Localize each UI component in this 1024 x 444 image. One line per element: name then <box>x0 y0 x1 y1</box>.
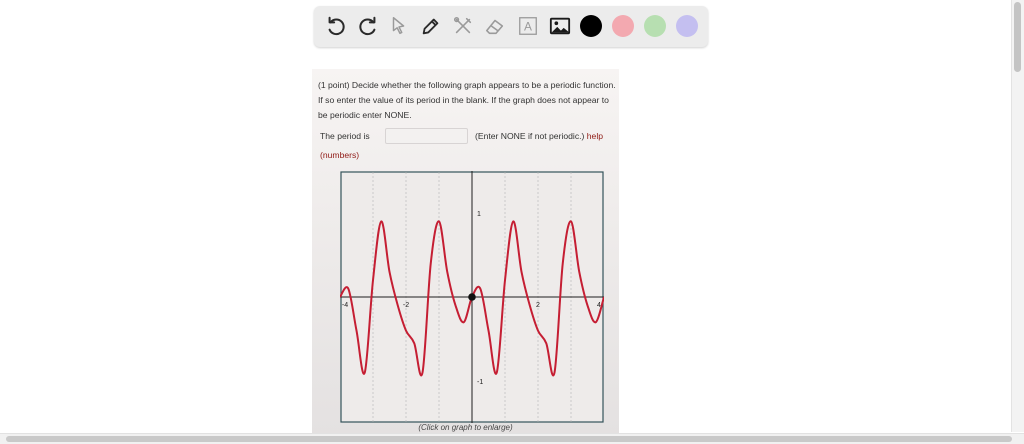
period-label: The period is <box>320 131 370 141</box>
x-tick-label-2: 2 <box>536 302 540 309</box>
help-link[interactable]: help <box>587 131 603 141</box>
color-swatch-lavender[interactable] <box>676 15 698 37</box>
problem-photo: (1 point) Decide whether the following g… <box>312 69 619 435</box>
pen-icon <box>422 18 439 35</box>
y-tick-label-neg1: -1 <box>477 379 483 386</box>
text-icon: A <box>519 17 537 35</box>
text-button[interactable]: A <box>515 13 541 39</box>
x-tick-label-neg2: -2 <box>403 302 409 309</box>
problem-intro: (1 point) Decide whether the following g… <box>318 80 616 120</box>
periodic-graph[interactable]: -4 -2 2 4 1 -1 <box>340 171 604 423</box>
period-input[interactable] <box>385 128 468 144</box>
image-icon <box>549 17 571 35</box>
pen-button[interactable] <box>418 13 444 39</box>
horizontal-scrollbar[interactable] <box>0 433 1024 444</box>
y-tick-label-1: 1 <box>477 211 481 218</box>
undo-icon <box>328 16 345 36</box>
pointer-button[interactable] <box>386 13 412 39</box>
color-swatch-pink[interactable] <box>612 15 634 37</box>
eraser-button[interactable] <box>482 13 508 39</box>
undo-button[interactable] <box>323 13 349 39</box>
vertical-scrollbar-thumb[interactable] <box>1014 2 1021 72</box>
x-tick-label-neg4: -4 <box>342 302 348 309</box>
redo-icon <box>359 16 376 36</box>
tools-icon <box>453 16 472 34</box>
period-hint: (Enter NONE if not periodic.) help <box>475 131 603 141</box>
svg-text:A: A <box>524 20 532 34</box>
graph-caption[interactable]: (Click on graph to enlarge) <box>312 423 619 432</box>
vertical-scrollbar[interactable] <box>1011 0 1024 432</box>
redo-button[interactable] <box>355 13 381 39</box>
image-button[interactable] <box>547 13 573 39</box>
color-swatch-green[interactable] <box>644 15 666 37</box>
pointer-icon <box>392 17 405 35</box>
numbers-link[interactable]: (numbers) <box>320 150 359 160</box>
drawing-toolbar: A <box>314 6 708 47</box>
color-swatch-black[interactable] <box>580 15 602 37</box>
tools-button[interactable] <box>450 13 476 39</box>
horizontal-scrollbar-thumb[interactable] <box>6 436 1012 442</box>
origin-point <box>468 293 476 301</box>
period-hint-text: (Enter NONE if not periodic.) <box>475 131 585 141</box>
eraser-icon <box>485 19 504 35</box>
